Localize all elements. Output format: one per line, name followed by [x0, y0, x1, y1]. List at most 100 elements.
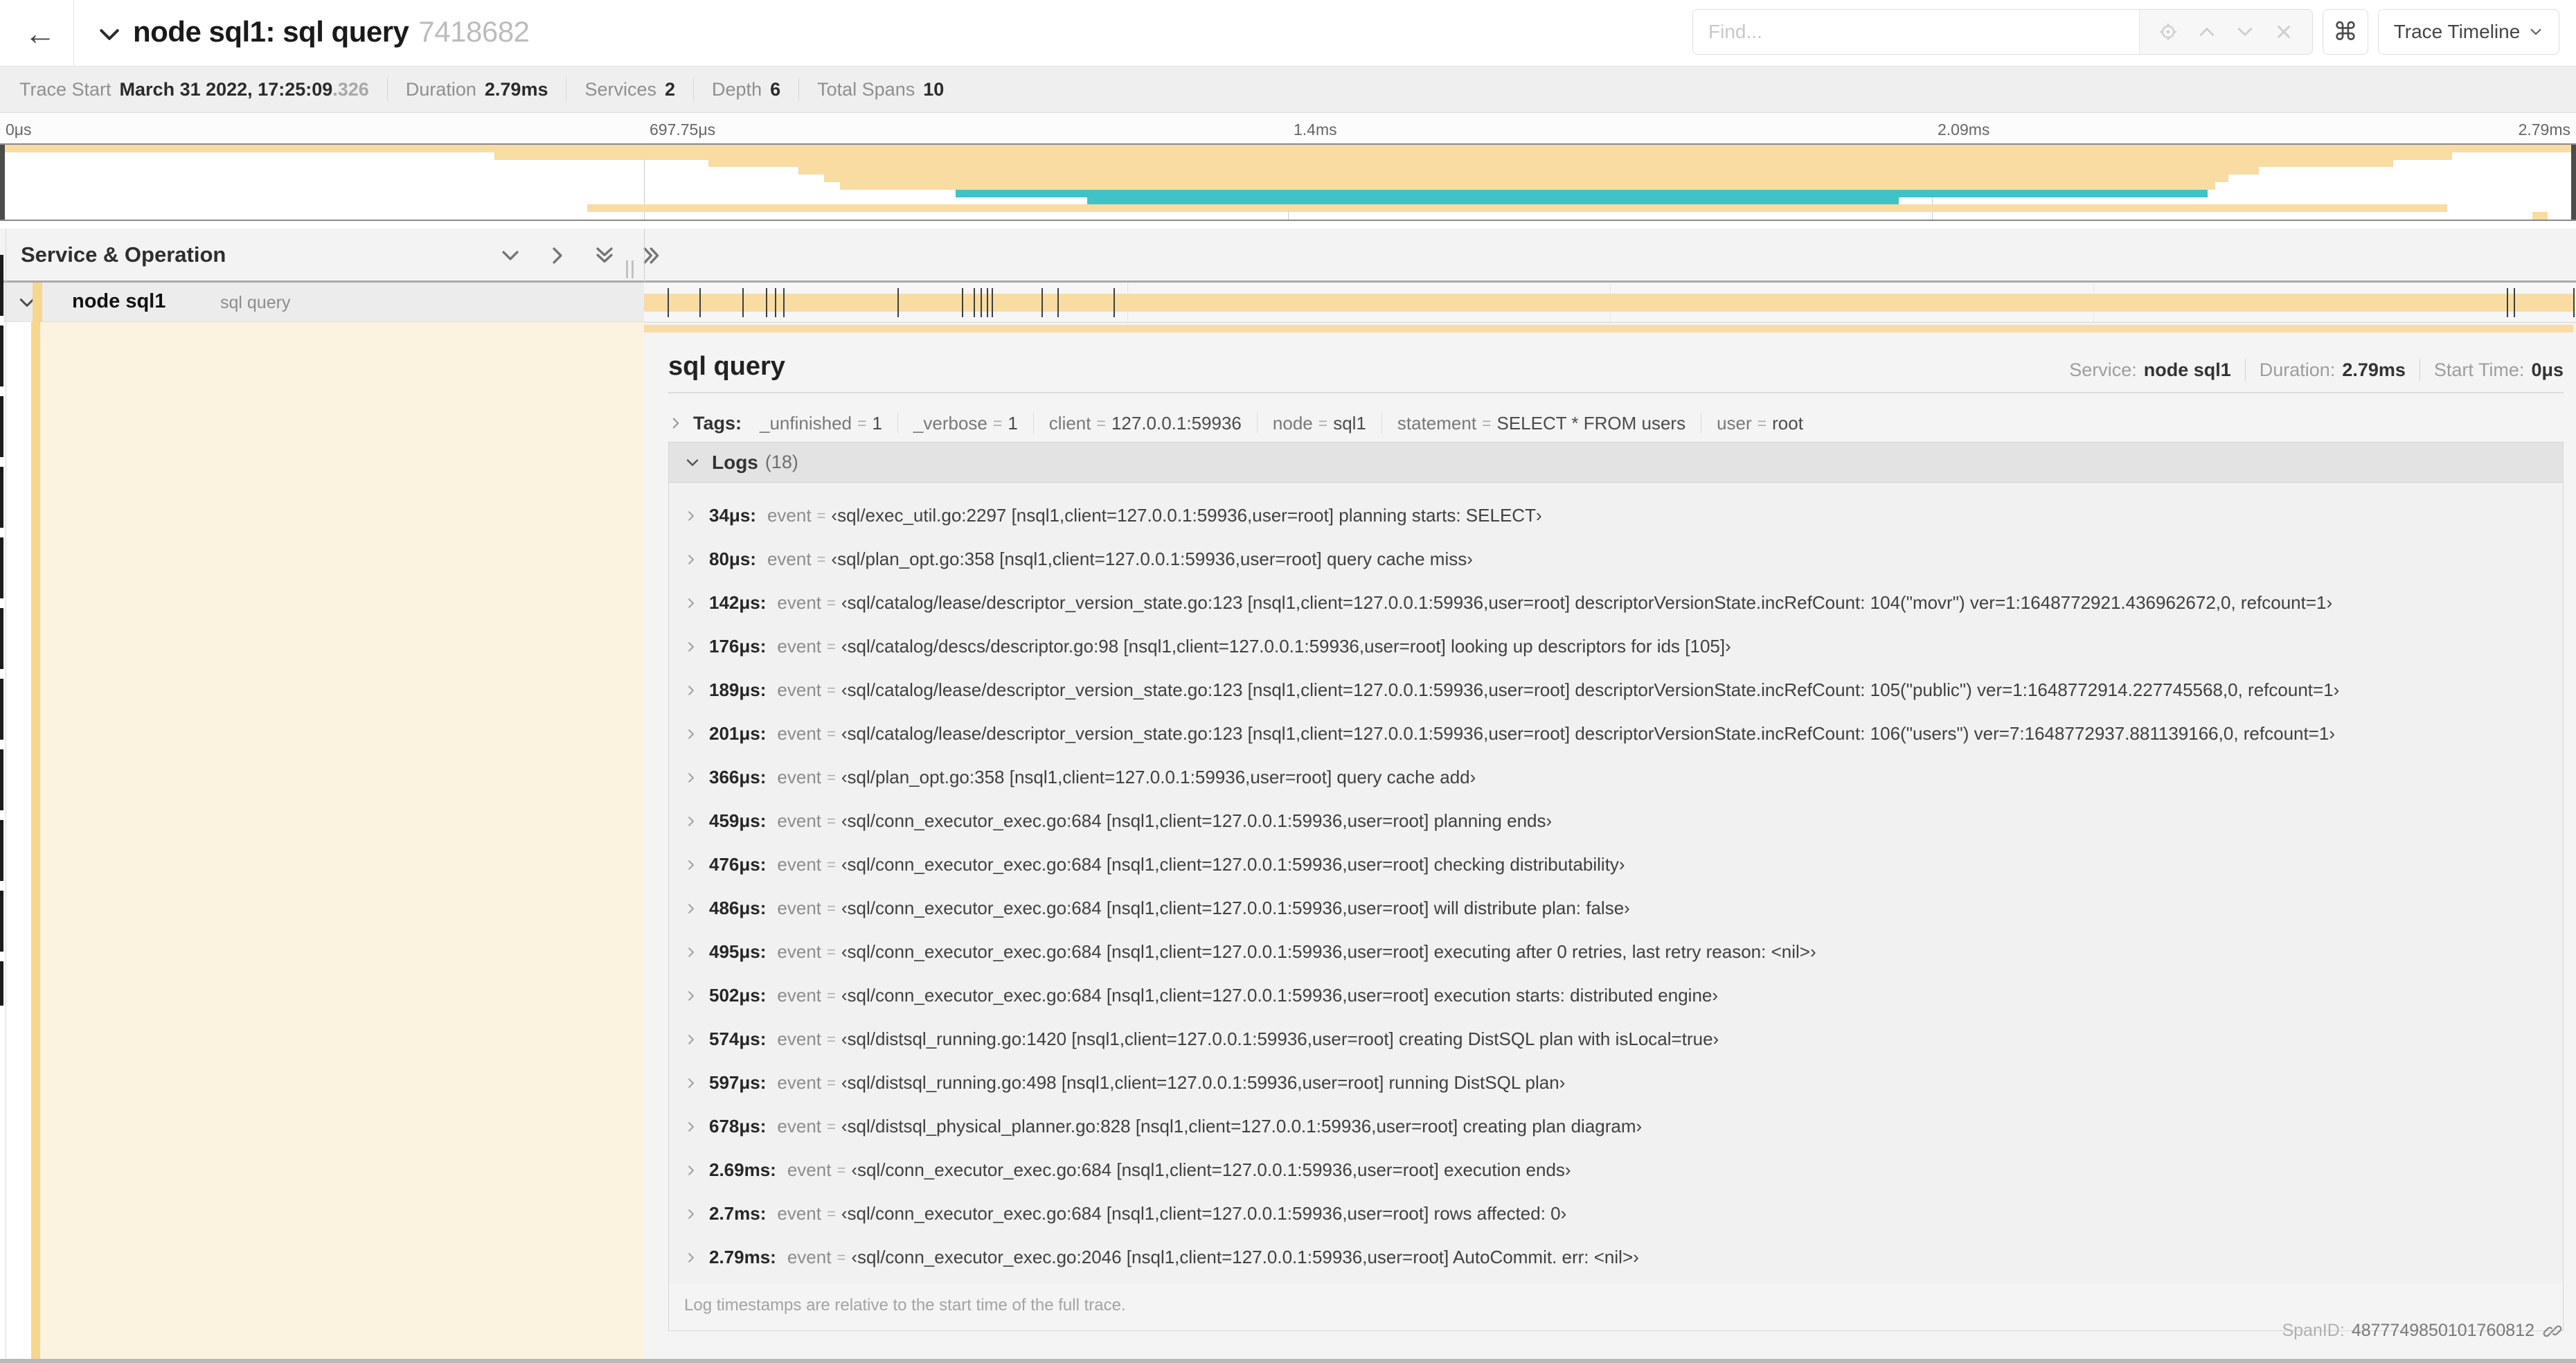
- meta-label: Service:: [2069, 359, 2137, 380]
- log-entry[interactable]: 574μs: event = ‹sql/distsql_running.go:1…: [669, 1017, 2563, 1061]
- log-entry[interactable]: 201μs: event = ‹sql/catalog/lease/descri…: [669, 712, 2563, 756]
- span-id-row: SpanID: 4877749850101760812: [2282, 1321, 2562, 1341]
- equals-sign: =: [827, 594, 836, 612]
- log-field-key: event: [777, 767, 822, 787]
- chevron-right-icon: [688, 1078, 694, 1088]
- copy-link-icon[interactable]: [2543, 1321, 2562, 1341]
- expand-one-icon[interactable]: [546, 244, 569, 267]
- log-entry[interactable]: 34μs: event = ‹sql/exec_util.go:2297 [ns…: [669, 494, 2563, 537]
- tags-row[interactable]: Tags: _unfinished = 1 _verbose = 1 clien…: [668, 406, 1803, 440]
- service-color-stripe: [31, 322, 40, 1359]
- log-timestamp: 201μs:: [709, 723, 767, 744]
- service-color-stripe: [33, 283, 42, 322]
- span-bar[interactable]: [644, 294, 2573, 312]
- tag-item: _verbose = 1: [913, 413, 1049, 434]
- trace-minimap[interactable]: [0, 143, 2576, 221]
- log-entry[interactable]: 678μs: event = ‹sql/distsql_physical_pla…: [669, 1105, 2563, 1148]
- log-field-key: event: [777, 810, 822, 831]
- log-marker: [1113, 288, 1115, 317]
- logs-header[interactable]: Logs (18): [669, 443, 2563, 483]
- log-field-key: event: [777, 1203, 821, 1224]
- summary-value-fraction: .326: [332, 78, 369, 100]
- log-entry[interactable]: 366μs: event = ‹sql/plan_opt.go:358 [nsq…: [669, 756, 2563, 799]
- back-button[interactable]: ←: [19, 12, 61, 54]
- log-entry[interactable]: 2.79ms: event = ‹sql/conn_executor_exec.…: [669, 1236, 2563, 1279]
- tag-value: root: [1772, 412, 1803, 434]
- next-match-icon[interactable]: [2235, 21, 2255, 42]
- log-timestamp: 486μs:: [709, 898, 767, 918]
- tag-value: 1: [1008, 412, 1018, 434]
- summary-value: 6: [770, 78, 781, 100]
- log-entry[interactable]: 2.7ms: event = ‹sql/conn_executor_exec.g…: [669, 1192, 2563, 1236]
- log-field-value: ‹sql/distsql_running.go:498 [nsql1,clien…: [841, 1072, 1566, 1093]
- log-entry[interactable]: 176μs: event = ‹sql/catalog/descs/descri…: [669, 625, 2563, 668]
- log-field-value: ‹sql/catalog/lease/descriptor_version_st…: [841, 679, 2340, 700]
- chevron-down-icon: [2530, 28, 2541, 35]
- tag-key: _unfinished: [760, 412, 852, 434]
- log-marker: [699, 288, 701, 317]
- prev-match-icon[interactable]: [2197, 21, 2217, 42]
- log-entry[interactable]: 597μs: event = ‹sql/distsql_running.go:4…: [669, 1061, 2563, 1105]
- log-entry[interactable]: 142μs: event = ‹sql/catalog/lease/descri…: [669, 581, 2563, 625]
- meta-value: 2.79ms: [2342, 359, 2406, 380]
- minimap-span: [839, 182, 2216, 190]
- meta-value: node sql1: [2143, 359, 2231, 380]
- log-field-key: event: [777, 1116, 822, 1137]
- keyboard-shortcuts-button[interactable]: ⌘: [2323, 9, 2368, 55]
- log-marker: [668, 288, 670, 317]
- log-timestamp: 80μs:: [709, 549, 756, 569]
- log-entry[interactable]: 486μs: event = ‹sql/conn_executor_exec.g…: [669, 887, 2563, 930]
- log-marker: [783, 288, 785, 317]
- log-field-key: event: [777, 854, 822, 875]
- view-select-button[interactable]: Trace Timeline: [2378, 9, 2559, 55]
- trace-summary-item: Total Spans 10: [817, 79, 944, 100]
- equals-sign: =: [827, 637, 836, 655]
- locate-match-icon[interactable]: [2158, 21, 2179, 42]
- minimap-span: [2532, 212, 2548, 220]
- log-timestamp: 574μs:: [709, 1028, 767, 1049]
- equals-sign: =: [827, 899, 836, 917]
- log-entry[interactable]: 2.69ms: event = ‹sql/conn_executor_exec.…: [669, 1148, 2563, 1192]
- chevron-right-icon: [688, 554, 694, 564]
- trace-summary-item: Duration 2.79ms: [406, 78, 585, 101]
- equals-sign: =: [827, 768, 836, 786]
- collapse-one-icon[interactable]: [499, 244, 522, 267]
- log-field-value: ‹sql/catalog/lease/descriptor_version_st…: [841, 723, 2336, 744]
- tag-item: _unfinished = 1: [760, 413, 913, 434]
- log-field-value: ‹sql/distsql_physical_planner.go:828 [ns…: [841, 1116, 1643, 1137]
- log-timestamp: 597μs:: [709, 1072, 767, 1093]
- log-timestamp: 678μs:: [709, 1116, 767, 1137]
- clear-find-icon[interactable]: [2273, 21, 2294, 42]
- collapse-all-icon[interactable]: [593, 244, 616, 267]
- log-entry[interactable]: 459μs: event = ‹sql/conn_executor_exec.g…: [669, 799, 2563, 843]
- span-bar-cell[interactable]: [644, 283, 2576, 322]
- summary-value: 10: [923, 78, 945, 100]
- viewport-handle-right[interactable]: [2571, 145, 2576, 220]
- log-entry[interactable]: 502μs: event = ‹sql/conn_executor_exec.g…: [669, 974, 2563, 1017]
- axis-tick-label: 697.75μs: [650, 121, 716, 139]
- equals-sign: =: [816, 550, 826, 568]
- span-detail-row: sql query Service: node sql1 Duration: 2…: [0, 229, 2576, 1359]
- log-field-value: ‹sql/catalog/lease/descriptor_version_st…: [841, 592, 2333, 613]
- span-detail-title: sql query: [668, 352, 785, 381]
- tag-value: 1: [872, 412, 882, 434]
- tree-controls: [499, 244, 663, 267]
- detail-meta-item: Start Time: 0μs: [2434, 359, 2564, 381]
- log-entry[interactable]: 495μs: event = ‹sql/conn_executor_exec.g…: [669, 930, 2563, 974]
- viewport-handle-left[interactable]: [0, 145, 5, 220]
- log-marker: [742, 288, 744, 317]
- left-scrollbar[interactable]: [0, 255, 3, 1006]
- log-field-value: ‹sql/catalog/descs/descriptor.go:98 [nsq…: [841, 636, 1731, 657]
- log-entry[interactable]: 189μs: event = ‹sql/catalog/lease/descri…: [669, 668, 2563, 712]
- axis-tick-label: 0μs: [6, 121, 32, 139]
- span-row: node sql1 sql query: [0, 283, 2576, 322]
- span-name-cell[interactable]: node sql1 sql query: [0, 283, 644, 322]
- column-resizer[interactable]: [626, 260, 634, 278]
- log-entry[interactable]: 476μs: event = ‹sql/conn_executor_exec.g…: [669, 843, 2563, 887]
- collapse-trace-chevron-icon[interactable]: [96, 21, 123, 48]
- span-detail-meta: Service: node sql1 Duration: 2.79ms Star…: [2069, 359, 2564, 381]
- log-entry[interactable]: 80μs: event = ‹sql/plan_opt.go:358 [nsql…: [669, 537, 2563, 581]
- log-marker: [1041, 288, 1043, 317]
- find-input[interactable]: [1693, 10, 2139, 54]
- logs-section: Logs (18) 34μs: event = ‹sql/exec_util.g…: [668, 442, 2564, 1331]
